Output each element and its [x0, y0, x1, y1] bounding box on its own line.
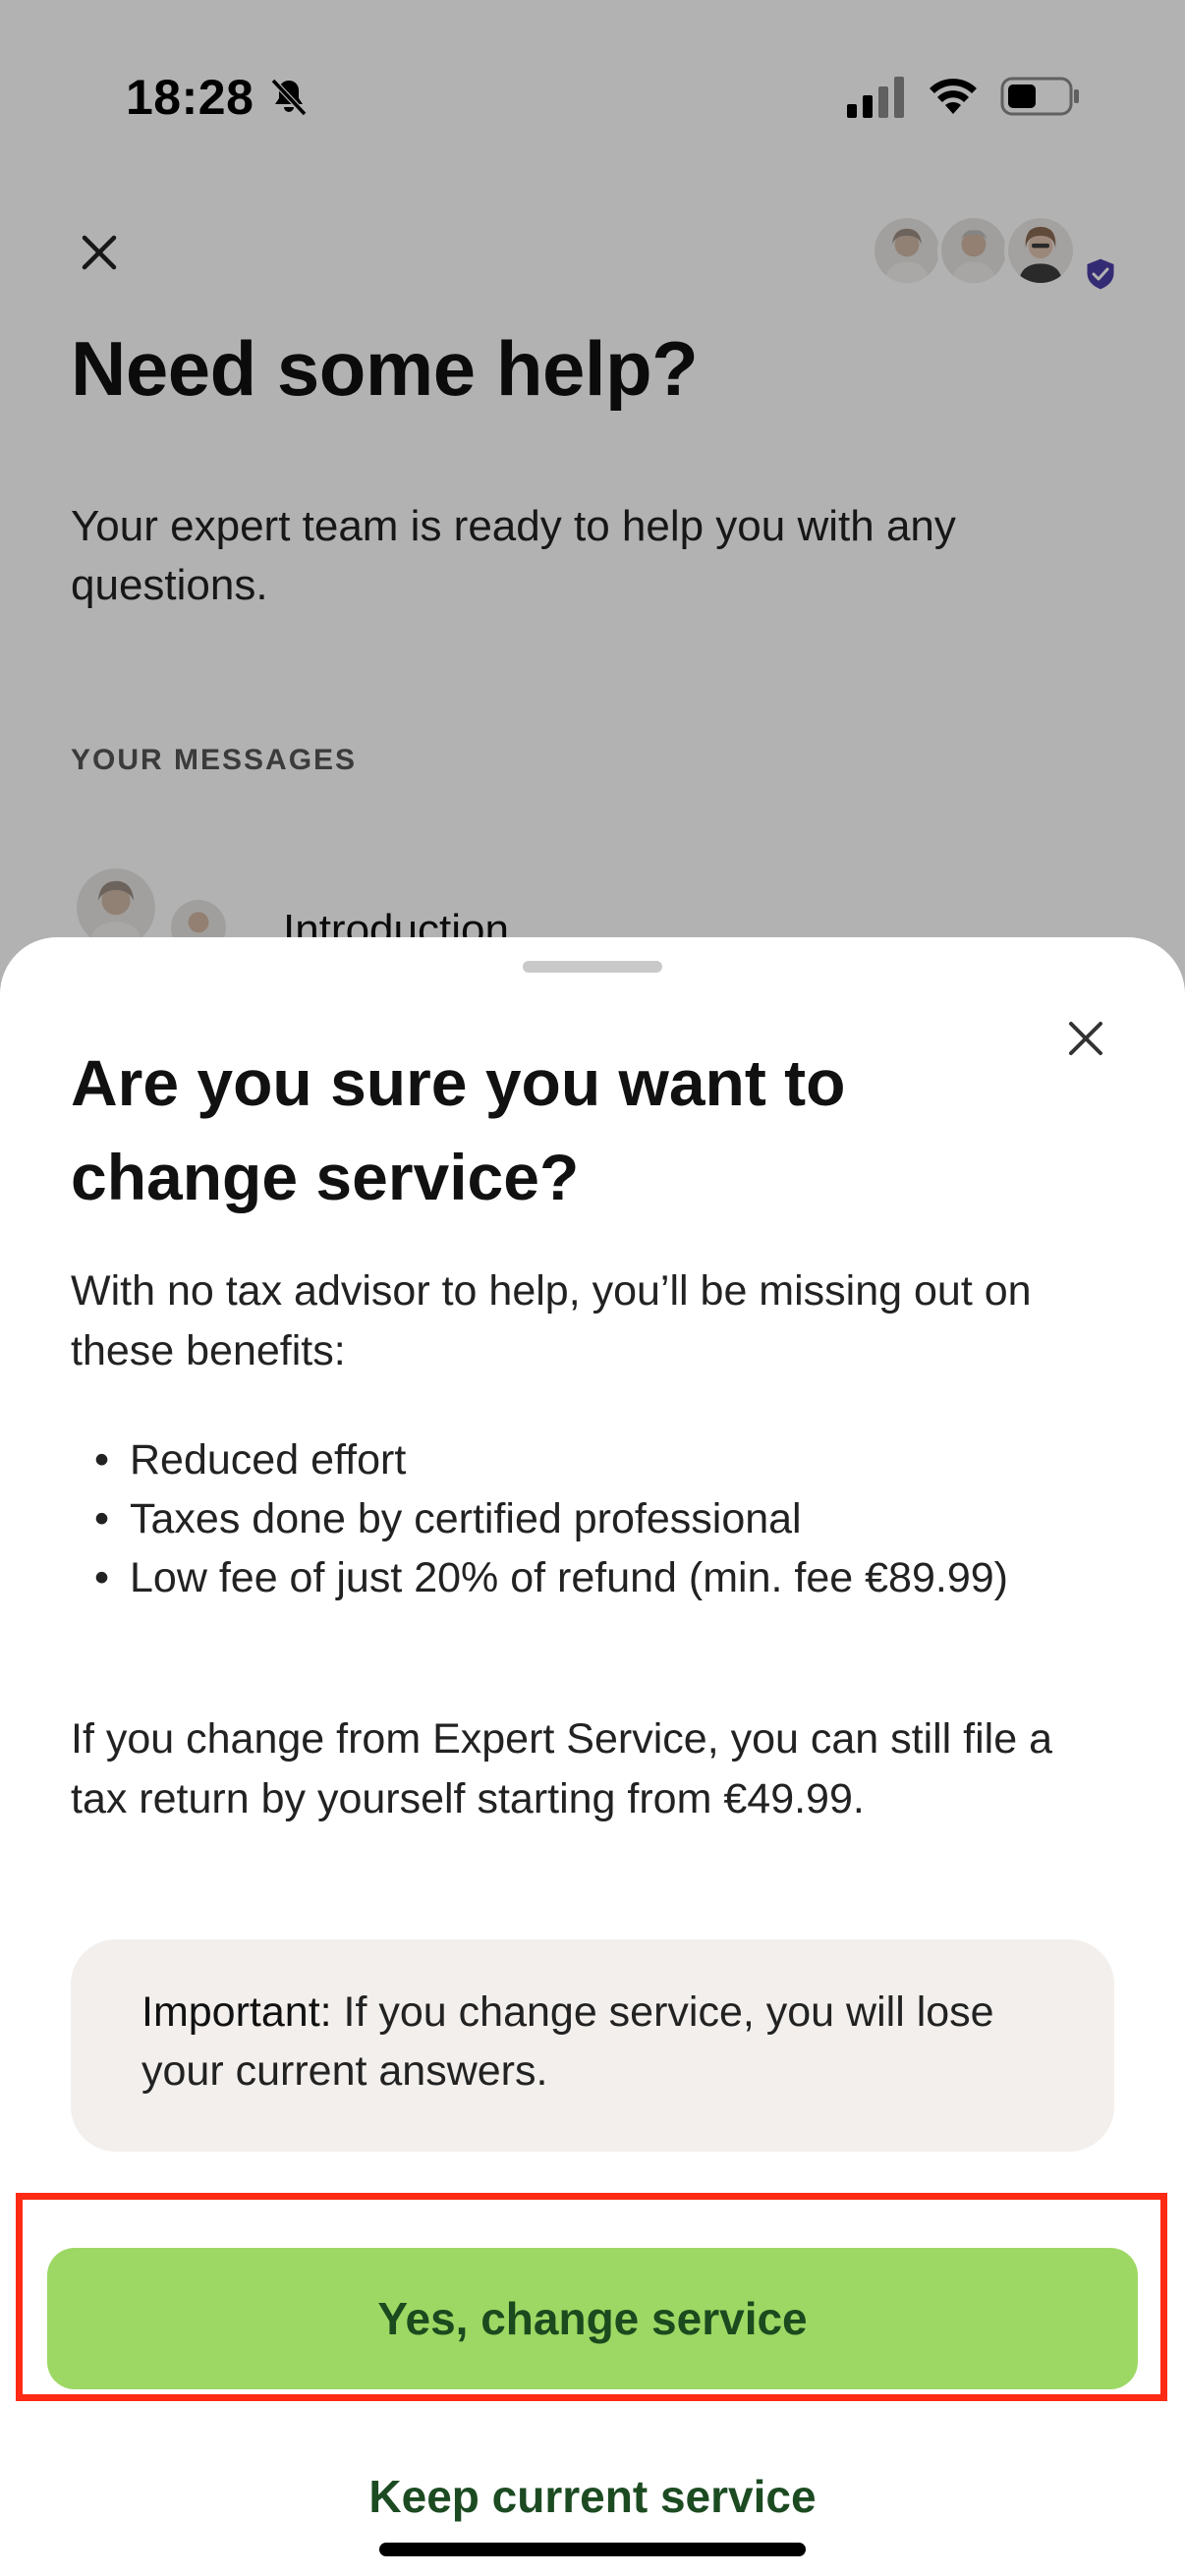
- expert-team-avatars: [871, 214, 1117, 293]
- status-bar: 18:28: [0, 0, 1185, 187]
- sheet-grabber[interactable]: [523, 961, 662, 973]
- silent-mode-icon: [270, 78, 308, 117]
- keep-current-service-button[interactable]: Keep current service: [0, 2470, 1185, 2523]
- status-time: 18:28: [126, 70, 254, 125]
- sheet-title: Are you sure you want to change service?: [71, 1046, 846, 1213]
- cellular-signal-icon: [847, 77, 904, 118]
- list-item: Reduced effort: [94, 1430, 1116, 1489]
- important-notice: Important: If you change service, you wi…: [71, 1939, 1114, 2152]
- important-label: Important:: [141, 1988, 332, 2036]
- close-icon[interactable]: [77, 230, 122, 275]
- change-service-sheet: Are you sure you want to change service?…: [0, 937, 1185, 2576]
- home-indicator: [379, 2543, 806, 2556]
- sheet-intro: With no tax advisor to help, you’ll be m…: [71, 1267, 1032, 1374]
- close-icon[interactable]: [1061, 1014, 1110, 1063]
- page-title: Need some help?: [71, 325, 699, 412]
- avatar: [1004, 214, 1077, 287]
- list-item: Low fee of just 20% of refund (min. fee …: [94, 1548, 1116, 1607]
- avatar: [871, 214, 943, 287]
- change-note: If you change from Expert Service, you c…: [71, 1715, 1053, 1822]
- change-service-button[interactable]: Yes, change service: [47, 2248, 1138, 2389]
- list-item: Taxes done by certified professional: [94, 1489, 1116, 1548]
- wifi-icon: [930, 79, 977, 114]
- avatar: [937, 214, 1010, 287]
- messages-section-label: YOUR MESSAGES: [71, 744, 358, 776]
- benefits-list: Reduced effort Taxes done by certified p…: [94, 1430, 1116, 1607]
- verified-shield-icon: [1084, 255, 1117, 293]
- battery-icon: [1000, 77, 1079, 116]
- page-subtitle: Your expert team is ready to help you wi…: [71, 502, 956, 609]
